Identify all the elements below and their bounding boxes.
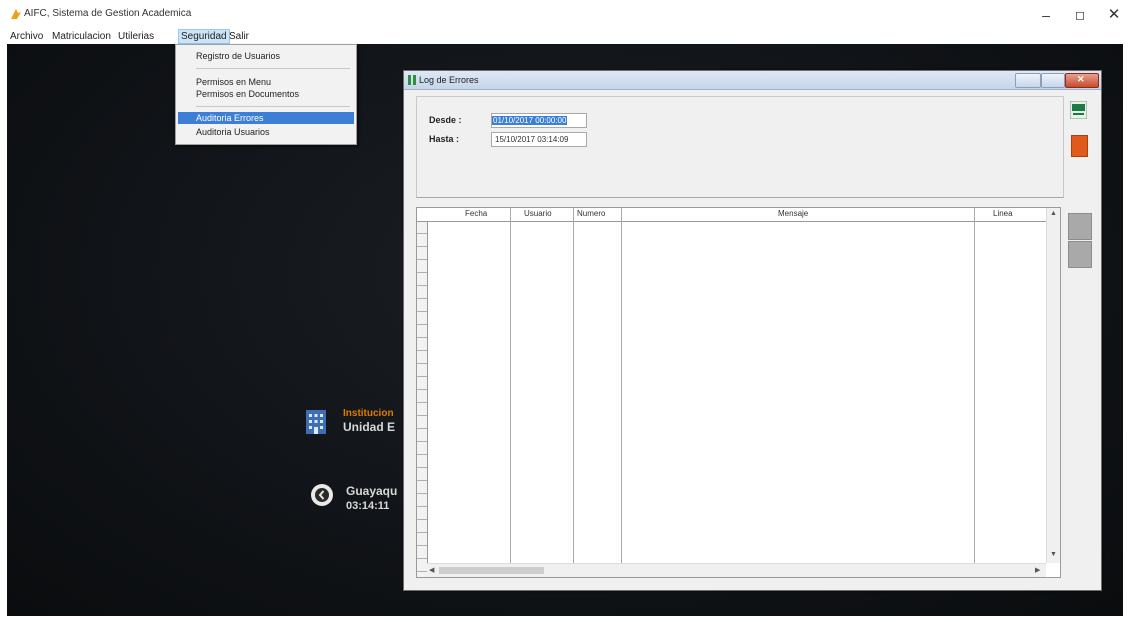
scroll-up-arrow[interactable]: ▲	[1050, 210, 1057, 217]
horizontal-scrollbar[interactable]: ◀ ▶	[427, 563, 1046, 577]
close-button[interactable]: ✕	[1100, 6, 1128, 24]
menu-separator	[196, 106, 350, 107]
menu-utilerias[interactable]: Utilerias	[116, 30, 156, 43]
menu-separator	[196, 68, 350, 69]
col-header-fecha[interactable]: Fecha	[465, 209, 487, 218]
log-maximize-button[interactable]	[1041, 73, 1065, 88]
grid-action-button[interactable]	[1068, 213, 1092, 240]
clock-time: 03:14:11	[346, 500, 390, 512]
date-filter-panel: Desde : 01/10/2017 00:00:00 Hasta : 15/1…	[416, 96, 1064, 198]
column-divider	[573, 208, 574, 576]
excel-icon[interactable]	[1070, 101, 1087, 119]
menu-matriculacion[interactable]: Matriculacion	[50, 30, 113, 43]
log-errores-window: Log de Errores Desde : 01/10/2017 00:00:…	[403, 70, 1102, 591]
menu-permisos-documentos[interactable]: Permisos en Documentos	[176, 88, 354, 100]
menu-archivo[interactable]: Archivo	[8, 30, 45, 43]
institution-name: Unidad E	[343, 420, 396, 434]
column-divider	[510, 208, 511, 576]
horizontal-scroll-thumb[interactable]	[439, 567, 544, 574]
scroll-left-arrow[interactable]: ◀	[429, 566, 434, 574]
log-close-button[interactable]	[1065, 73, 1099, 88]
log-minimize-button[interactable]	[1015, 73, 1041, 88]
menu-bar: Archivo Matriculacion Utilerias Segurida…	[0, 28, 1130, 44]
desde-datetime-field[interactable]: 01/10/2017 00:00:00	[491, 113, 587, 128]
log-window-titlebar[interactable]: Log de Errores	[404, 71, 1101, 90]
maximize-button[interactable]: ◻	[1066, 6, 1094, 24]
hasta-datetime-field[interactable]: 15/10/2017 03:14:09	[491, 132, 587, 147]
hasta-label: Hasta :	[429, 134, 460, 144]
clock-icon	[311, 484, 333, 506]
menu-registro-usuarios[interactable]: Registro de Usuarios	[176, 50, 354, 62]
col-header-linea[interactable]: Linea	[993, 209, 1013, 218]
col-header-mensaje[interactable]: Mensaje	[778, 209, 808, 218]
seguridad-dropdown: Registro de Usuarios Permisos en Menu Pe…	[175, 44, 357, 145]
vertical-scrollbar[interactable]: ▲ ▼	[1046, 208, 1060, 563]
institution-label: Institucion	[343, 408, 394, 419]
title-bar: AIFC, Sistema de Gestion Academica – ◻ ✕	[0, 0, 1130, 28]
window-title: AIFC, Sistema de Gestion Academica	[24, 8, 192, 19]
col-header-usuario[interactable]: Usuario	[524, 209, 552, 218]
col-header-numero[interactable]: Numero	[577, 209, 605, 218]
grid-action-button[interactable]	[1068, 241, 1092, 268]
column-divider	[974, 208, 975, 576]
exit-icon[interactable]	[1071, 135, 1088, 157]
menu-salir[interactable]: Salir	[227, 30, 251, 43]
window-icon	[408, 75, 416, 85]
menu-permisos-menu[interactable]: Permisos en Menu	[176, 76, 354, 88]
desde-label: Desde :	[429, 115, 462, 125]
building-icon	[306, 410, 326, 434]
grid-header: Fecha Usuario Numero Mensaje Linea	[417, 208, 1060, 222]
menu-auditoria-errores[interactable]: Auditoria Errores	[178, 112, 354, 124]
app-icon	[11, 9, 21, 19]
column-divider	[621, 208, 622, 576]
minimize-button[interactable]: –	[1032, 6, 1060, 24]
menu-seguridad[interactable]: Seguridad	[178, 29, 230, 44]
scroll-right-arrow[interactable]: ▶	[1035, 566, 1040, 574]
menu-auditoria-usuarios[interactable]: Auditoria Usuarios	[176, 126, 354, 138]
row-header-column	[417, 208, 428, 577]
log-window-title: Log de Errores	[419, 75, 479, 85]
errors-grid[interactable]: Fecha Usuario Numero Mensaje Linea ▲ ▼ ◀…	[416, 207, 1061, 578]
scroll-down-arrow[interactable]: ▼	[1050, 551, 1057, 558]
city-label: Guayaqu	[346, 484, 398, 498]
